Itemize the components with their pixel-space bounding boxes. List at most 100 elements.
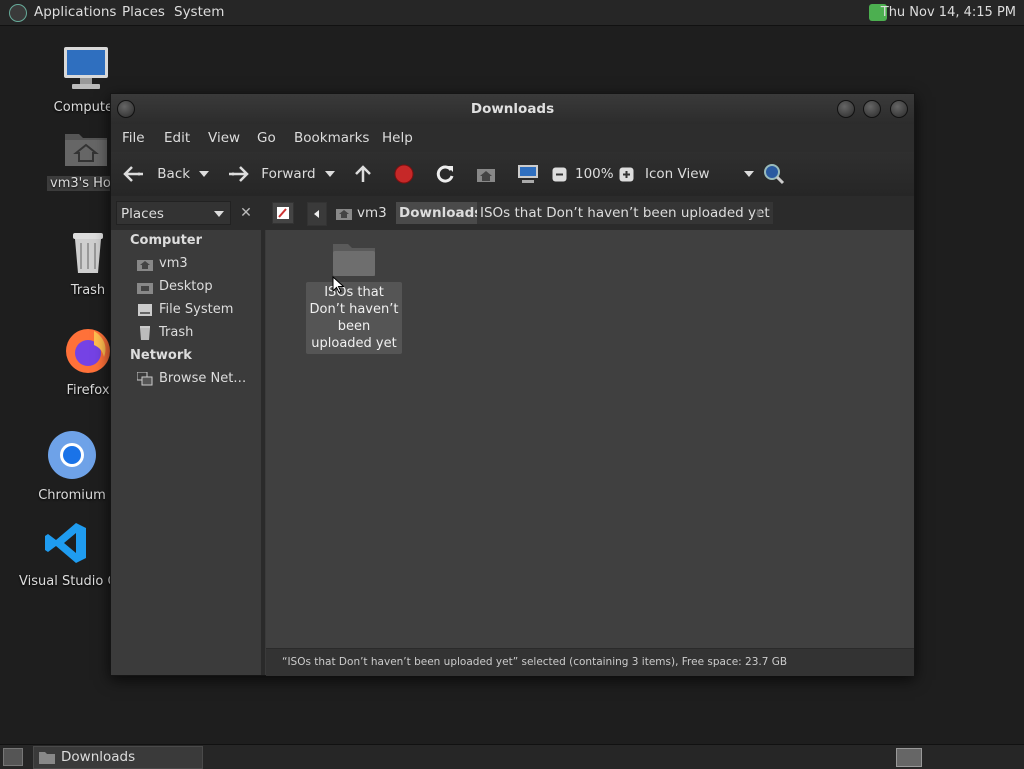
zoom-in-button[interactable] <box>619 152 634 196</box>
back-history-dropdown[interactable] <box>199 152 209 196</box>
sidebar-item-label: File System <box>159 302 234 317</box>
system-menu[interactable]: System <box>174 0 224 25</box>
computer-icon <box>518 165 538 183</box>
title-bar[interactable]: Downloads <box>111 94 914 124</box>
location-bar: Places ✕ vm3 Downloads ISOs that Don’t h… <box>111 196 914 230</box>
folder-icon <box>333 244 375 276</box>
sidebar-item-file-system[interactable]: File System <box>137 300 233 320</box>
crumb-scroll-right[interactable] <box>751 202 767 224</box>
folder-item[interactable]: ISOs that Don’t haven’t been uploaded ye… <box>304 240 404 354</box>
minimize-button[interactable] <box>837 100 855 118</box>
drive-icon <box>138 303 152 316</box>
sidebar-item-label: Desktop <box>159 279 213 294</box>
menu-edit[interactable]: Edit <box>164 124 190 152</box>
stop-button[interactable] <box>394 152 414 196</box>
menu-go[interactable]: Go <box>257 124 276 152</box>
taskbar-item-downloads[interactable]: Downloads <box>33 746 203 769</box>
trash-icon <box>140 325 150 340</box>
close-sidebar-button[interactable]: ✕ <box>235 201 257 225</box>
home-folder-icon <box>137 259 153 271</box>
search-button[interactable] <box>763 152 785 196</box>
close-icon: ✕ <box>240 205 252 221</box>
sidebar-header-computer: Computer <box>130 233 203 248</box>
file-view[interactable]: ISOs that Don’t haven’t been uploaded ye… <box>266 230 914 648</box>
zoom-out-icon <box>552 167 567 181</box>
forward-history-dropdown[interactable] <box>325 152 335 196</box>
reload-icon <box>436 165 454 183</box>
sidebar-item-trash[interactable]: Trash <box>137 323 193 343</box>
back-label: Back <box>157 166 191 182</box>
show-desktop-icon[interactable] <box>3 748 23 766</box>
places-combo-label: Places <box>121 206 164 222</box>
sidebar-item-label: Trash <box>159 325 194 340</box>
home-folder-icon <box>336 209 352 220</box>
menu-file[interactable]: File <box>122 124 145 152</box>
bottom-panel: Downloads <box>0 744 1024 769</box>
places-combo[interactable]: Places <box>116 201 231 225</box>
window-title: Downloads <box>470 101 555 117</box>
chevron-down-icon <box>743 171 754 177</box>
status-text: “ISOs that Don’t haven’t been uploaded y… <box>282 656 788 668</box>
places-menu[interactable]: Places <box>122 0 165 25</box>
toggle-location-entry-button[interactable] <box>272 202 294 224</box>
menu-bookmarks[interactable]: Bookmarks <box>294 124 369 152</box>
crumb-vm3[interactable]: vm3 <box>333 202 390 224</box>
edit-icon <box>277 207 289 219</box>
chevron-right-icon <box>757 209 762 217</box>
places-sidebar: Computer vm3 Desktop File System Trash N… <box>111 230 265 675</box>
crumb-downloads[interactable]: Downloads <box>396 202 486 224</box>
sidebar-item-vm3[interactable]: vm3 <box>137 254 188 274</box>
search-icon <box>764 164 785 185</box>
chromium-icon <box>24 430 120 484</box>
zoom-in-icon <box>619 167 634 181</box>
zoom-level[interactable]: 100% <box>575 152 614 196</box>
sidebar-item-desktop[interactable]: Desktop <box>137 277 213 297</box>
network-icon <box>137 371 153 385</box>
chevron-left-icon <box>314 210 319 218</box>
mouse-cursor-icon <box>332 276 344 294</box>
clock[interactable]: Thu Nov 14, 4:15 PM <box>881 0 1016 25</box>
maximize-button[interactable] <box>863 100 881 118</box>
applications-menu[interactable]: Applications <box>34 0 116 25</box>
vscode-icon <box>18 520 113 570</box>
sidebar-item-browse-network[interactable]: Browse Net… <box>137 369 246 389</box>
desktop-icon-label: Visual Studio Code <box>19 574 113 589</box>
status-bar: “ISOs that Don’t haven’t been uploaded y… <box>266 648 914 676</box>
back-arrow-icon <box>123 166 143 182</box>
menu-help[interactable]: Help <box>382 124 413 152</box>
folder-label: ISOs that Don’t haven’t been uploaded ye… <box>306 282 402 354</box>
chevron-down-icon <box>214 211 224 217</box>
file-manager-window: Downloads File Edit View Go Bookmarks He… <box>110 93 915 676</box>
crumb-label: vm3 <box>357 205 387 221</box>
home-folder-icon <box>477 169 495 182</box>
desktop-icon-chromium[interactable]: Chromium <box>24 430 120 503</box>
folder-icon <box>39 752 55 764</box>
sidebar-item-label: vm3 <box>159 256 188 271</box>
forward-button[interactable]: Forward <box>227 152 316 196</box>
back-button[interactable]: Back <box>123 152 190 196</box>
stop-icon <box>394 164 414 184</box>
desktop-icon-vscode[interactable]: Visual Studio Code <box>18 520 113 589</box>
zoom-out-button[interactable] <box>552 152 567 196</box>
view-mode-select[interactable]: Icon View <box>645 152 754 196</box>
crumb-scroll-left[interactable] <box>307 202 327 226</box>
workspace-switcher-icon[interactable] <box>896 748 922 767</box>
home-button[interactable] <box>476 152 496 196</box>
menu-view[interactable]: View <box>208 124 240 152</box>
forward-label: Forward <box>261 166 316 182</box>
desktop-icon-label: Chromium <box>38 488 106 503</box>
chevron-down-icon <box>325 171 335 177</box>
close-button[interactable] <box>890 100 908 118</box>
crumb-isos-folder[interactable]: ISOs that Don’t haven’t been uploaded ye… <box>477 202 773 224</box>
up-arrow-icon <box>355 165 371 182</box>
chevron-down-icon <box>199 171 209 177</box>
computer-button[interactable] <box>517 152 539 196</box>
computer-icon <box>38 46 134 96</box>
mint-menu-icon[interactable] <box>9 4 27 22</box>
sidebar-item-label: Browse Net… <box>159 371 247 386</box>
up-button[interactable] <box>353 152 373 196</box>
toolbar: Back Forward 100% Icon View <box>111 152 914 197</box>
reload-button[interactable] <box>435 152 455 196</box>
view-mode-label: Icon View <box>645 166 710 182</box>
sidebar-header-network: Network <box>130 348 192 363</box>
